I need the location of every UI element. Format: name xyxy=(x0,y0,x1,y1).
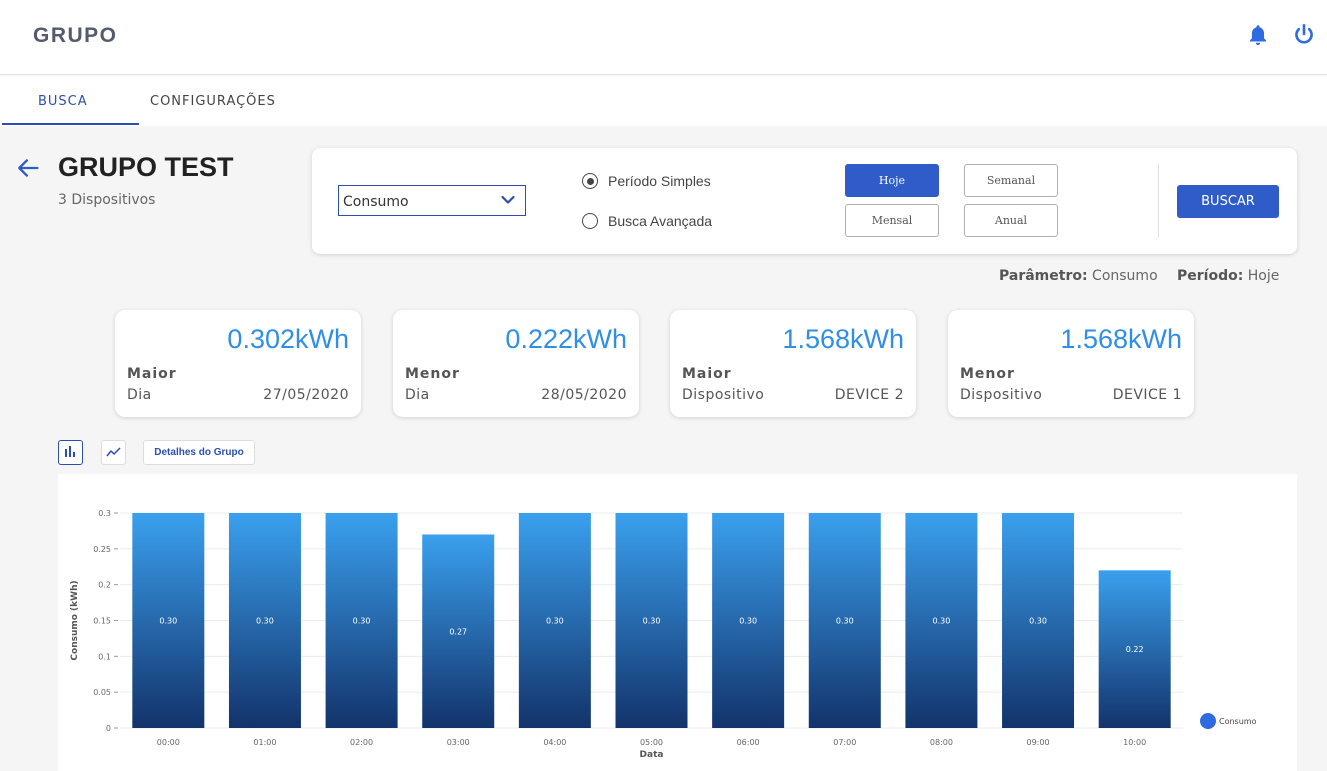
bar-data-label: 0.30 xyxy=(256,617,274,626)
back-arrow-icon[interactable] xyxy=(14,154,42,182)
y-tick-label: 0.25 xyxy=(93,545,111,554)
y-axis-title: Consumo (kWh) xyxy=(70,580,80,660)
y-tick-label: 0.15 xyxy=(93,617,111,626)
stat-detail: DEVICE 2 xyxy=(834,387,904,403)
stat-card-min-day: 0.222kWh Menor Dia 28/05/2020 xyxy=(393,310,639,417)
stat-detail: DEVICE 1 xyxy=(1112,387,1182,403)
x-tick-label: 02:00 xyxy=(350,738,373,747)
bar-data-label: 0.30 xyxy=(643,617,661,626)
x-tick-label: 06:00 xyxy=(737,738,760,747)
parameter-select[interactable]: Consumo xyxy=(338,185,526,216)
active-tab-indicator xyxy=(2,123,139,125)
page-title: GRUPO TEST xyxy=(58,152,234,182)
chart-area: 0 0.05 0.1 0.15 0.2 0.25 0.3 Consumo (kWh) 0.30 0… xyxy=(58,474,1297,771)
bar-data-label: 0.30 xyxy=(353,617,371,626)
x-tick-label: 00:00 xyxy=(157,738,180,747)
consumption-bar-chart: 0 0.05 0.1 0.15 0.2 0.25 0.3 Consumo (kWh) 0.30 0… xyxy=(70,509,1257,760)
radio-circle xyxy=(582,213,598,229)
y-tick-label: 0.1 xyxy=(98,652,111,661)
bar-data-label: 0.30 xyxy=(1029,617,1047,626)
stat-value: 1.568kWh xyxy=(1060,324,1182,354)
tab-busca[interactable]: BUSCA xyxy=(38,94,88,109)
bar-data-label: 0.22 xyxy=(1126,645,1144,654)
bar-data-label: 0.30 xyxy=(739,617,757,626)
bar-chart-icon xyxy=(65,446,75,457)
bar-data-label: 0.27 xyxy=(449,627,467,636)
summary-parameter-value: Consumo xyxy=(1092,268,1158,284)
brand-title: GRUPO xyxy=(33,24,118,47)
power-icon[interactable] xyxy=(1291,22,1317,48)
period-mensal-button[interactable]: Mensal xyxy=(845,204,939,237)
stat-card-max-device: 1.568kWh Maior Dispositivo DEVICE 2 xyxy=(670,310,916,417)
legend-label: Consumo xyxy=(1219,717,1257,726)
legend-marker xyxy=(1200,713,1216,729)
period-semanal-button[interactable]: Semanal xyxy=(964,164,1058,197)
stat-detail: 27/05/2020 xyxy=(263,387,349,403)
bar-data-label: 0.30 xyxy=(546,617,564,626)
summary-period-label: Período: xyxy=(1177,268,1244,284)
stat-card-min-device: 1.568kWh Menor Dispositivo DEVICE 1 xyxy=(948,310,1194,417)
tab-bar: BUSCA CONFIGURAÇÕES xyxy=(0,76,1327,126)
device-count: 3 Dispositivos xyxy=(58,192,156,208)
bar-data-label: 0.30 xyxy=(159,617,177,626)
stat-label: Menor xyxy=(960,366,1015,382)
period-hoje-button[interactable]: Hoje xyxy=(845,164,939,197)
filter-panel: Consumo Período Simples Busca Avançada H… xyxy=(312,148,1297,254)
x-tick-label: 04:00 xyxy=(543,738,566,747)
stat-sub: Dispositivo xyxy=(682,387,765,403)
stat-sub: Dia xyxy=(127,387,152,403)
y-tick-label: 0.05 xyxy=(93,688,111,697)
stat-value: 0.222kWh xyxy=(505,324,627,354)
x-tick-label: 01:00 xyxy=(253,738,276,747)
parameter-select-value: Consumo xyxy=(343,194,409,210)
bar-data-label: 0.30 xyxy=(933,617,951,626)
group-details-button[interactable]: Detalhes do Grupo xyxy=(143,440,255,465)
radio-circle xyxy=(582,173,598,189)
top-bar: GRUPO xyxy=(0,0,1327,75)
x-tick-label: 07:00 xyxy=(833,738,856,747)
x-tick-label: 09:00 xyxy=(1027,738,1050,747)
radio-label: Período Simples xyxy=(608,173,711,189)
radio-label: Busca Avançada xyxy=(608,213,713,229)
summary-period: Período: Hoje xyxy=(1177,268,1279,284)
summary-period-value: Hoje xyxy=(1247,268,1280,284)
stat-value: 0.302kWh xyxy=(227,324,349,354)
period-anual-button[interactable]: Anual xyxy=(964,204,1058,237)
x-tick-label: 03:00 xyxy=(447,738,470,747)
summary-parameter-label: Parâmetro: xyxy=(999,268,1088,284)
radio-dot xyxy=(586,177,594,185)
y-tick-label: 0 xyxy=(106,724,111,733)
divider xyxy=(1158,164,1159,238)
stat-label: Maior xyxy=(127,366,177,382)
tab-configuracoes[interactable]: CONFIGURAÇÕES xyxy=(150,94,276,109)
stat-sub: Dispositivo xyxy=(960,387,1043,403)
line-chart-toggle[interactable] xyxy=(101,440,126,465)
stat-card-max-day: 0.302kWh Maior Dia 27/05/2020 xyxy=(115,310,361,417)
y-tick-label: 0.2 xyxy=(98,581,111,590)
bell-icon[interactable] xyxy=(1245,22,1271,48)
line-chart-icon xyxy=(106,447,121,457)
chevron-down-icon xyxy=(501,195,515,204)
stat-label: Maior xyxy=(682,366,732,382)
search-button[interactable]: BUSCAR xyxy=(1177,185,1279,218)
stat-sub: Dia xyxy=(405,387,430,403)
stat-value: 1.568kWh xyxy=(782,324,904,354)
x-axis-title: Data xyxy=(640,750,664,760)
x-tick-label: 10:00 xyxy=(1123,738,1146,747)
x-tick-label: 08:00 xyxy=(930,738,953,747)
summary-parameter: Parâmetro: Consumo xyxy=(999,268,1158,284)
bar-chart-toggle[interactable] xyxy=(58,440,83,465)
stat-label: Menor xyxy=(405,366,460,382)
y-tick-label: 0.3 xyxy=(98,509,111,518)
stat-detail: 28/05/2020 xyxy=(541,387,627,403)
x-tick-label: 05:00 xyxy=(640,738,663,747)
bar-data-label: 0.30 xyxy=(836,617,854,626)
